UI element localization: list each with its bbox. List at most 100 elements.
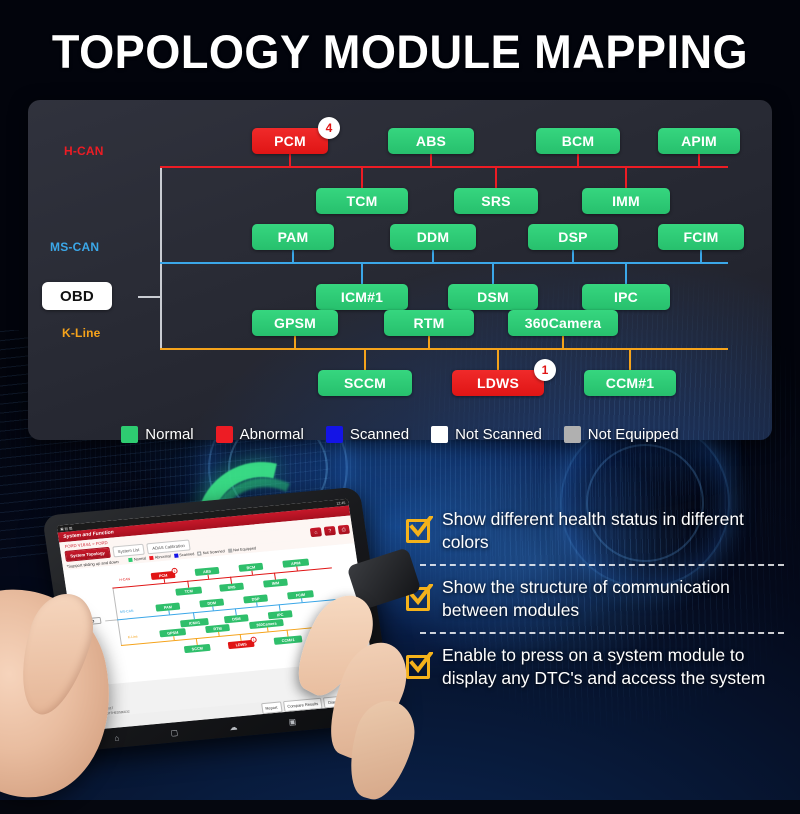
connector-gpsm bbox=[294, 336, 296, 348]
tablet-module-srs[interactable]: SRS bbox=[219, 582, 245, 592]
apps-icon[interactable]: ▢ bbox=[170, 728, 179, 738]
bus-label-k-line: K-Line bbox=[62, 326, 101, 340]
module-node-dsm[interactable]: DSM bbox=[448, 284, 538, 310]
feature-item-2: Show the structure of communication betw… bbox=[406, 568, 784, 630]
tablet-bus-label-k-line: K-Line bbox=[127, 634, 138, 640]
status-legend: Normal Abnormal Scanned Not Scanned Not Equi… bbox=[0, 426, 800, 443]
tablet-conn bbox=[187, 580, 189, 588]
module-node-icm-1[interactable]: ICM#1 bbox=[316, 284, 408, 310]
module-node-rtm[interactable]: RTM bbox=[384, 310, 474, 336]
tablet-conn bbox=[239, 633, 242, 641]
tablet-conn bbox=[273, 572, 276, 580]
tablet-module-ccm-1[interactable]: CCM#1 bbox=[273, 635, 303, 645]
module-label: RTM bbox=[413, 315, 445, 331]
connector-pam bbox=[292, 250, 294, 262]
home-icon[interactable]: ⌂ bbox=[114, 733, 120, 742]
legend-item-not-equipped: Not Equipped bbox=[563, 426, 679, 443]
module-node-360camera[interactable]: 360Camera bbox=[508, 310, 618, 336]
tablet-module-ipc[interactable]: IPC bbox=[267, 610, 293, 620]
connector-rtm bbox=[428, 336, 430, 348]
module-node-ccm-1[interactable]: CCM#1 bbox=[584, 370, 676, 396]
tablet-conn bbox=[266, 627, 269, 632]
tablet-legend-swatch bbox=[227, 548, 232, 553]
legend-label: Abnormal bbox=[239, 426, 304, 443]
module-node-abs[interactable]: ABS bbox=[388, 128, 474, 154]
bus-line-h-can bbox=[160, 166, 728, 168]
connector-icm-1 bbox=[361, 262, 363, 284]
compare-results-button[interactable]: Compare Results bbox=[282, 697, 323, 712]
feature-item-3: Enable to press on a system module to di… bbox=[406, 636, 784, 698]
tablet-conn bbox=[192, 612, 195, 620]
connector-srs bbox=[495, 166, 497, 188]
bus-line-k-line bbox=[160, 348, 728, 350]
tablet-module-dsm[interactable]: DSM bbox=[223, 614, 249, 624]
obd-label: OBD bbox=[60, 287, 94, 305]
module-node-sccm[interactable]: SCCM bbox=[318, 370, 412, 396]
checkbox-check-icon bbox=[406, 652, 433, 680]
tablet-module-sccm[interactable]: SCCM bbox=[183, 643, 211, 654]
module-node-apim[interactable]: APIM bbox=[658, 128, 740, 154]
feature-list: Show different health status in differen… bbox=[406, 500, 784, 699]
module-node-pam[interactable]: PAM bbox=[252, 224, 334, 250]
legend-item-scanned: Scanned bbox=[325, 426, 410, 443]
legend-label: Not Scanned bbox=[455, 426, 542, 443]
connector-dsm bbox=[492, 262, 494, 284]
screenshot-icon[interactable]: ▣ bbox=[288, 717, 297, 727]
module-label: FCIM bbox=[683, 229, 719, 245]
module-node-ddm[interactable]: DDM bbox=[390, 224, 476, 250]
module-node-dsp[interactable]: DSP bbox=[528, 224, 618, 250]
print-icon[interactable]: ⎙ bbox=[337, 524, 350, 535]
tablet-legend-swatch bbox=[148, 555, 154, 561]
cloud-icon[interactable]: ☁ bbox=[229, 722, 238, 732]
legend-item-not-scanned: Not Scanned bbox=[431, 426, 542, 443]
tablet-legend-swatch bbox=[128, 557, 133, 563]
tablet-legend-item-normal: Normal bbox=[128, 556, 147, 563]
module-node-ipc[interactable]: IPC bbox=[582, 284, 670, 310]
module-label: GPSM bbox=[273, 315, 317, 331]
connector-bcm bbox=[577, 154, 579, 166]
connector-sccm bbox=[364, 348, 366, 370]
legend-label: Scanned bbox=[349, 426, 410, 443]
tablet-bus-label-ms-can: MS-CAN bbox=[119, 608, 134, 615]
dtc-count-badge: 4 bbox=[318, 117, 340, 139]
module-node-ldws[interactable]: LDWS 1 bbox=[452, 359, 556, 396]
legend-label: Not Equipped bbox=[587, 426, 679, 443]
connector-ipc bbox=[625, 262, 627, 284]
module-label: TCM bbox=[346, 193, 378, 209]
module-label: PAM bbox=[277, 229, 309, 245]
module-node-srs[interactable]: SRS bbox=[454, 188, 538, 214]
module-node-pcm[interactable]: PCM 4 bbox=[252, 117, 340, 154]
tablet-legend-label: Abnormal bbox=[154, 554, 172, 560]
legend-label: Normal bbox=[145, 426, 194, 443]
connector-ddm bbox=[432, 250, 434, 262]
module-node-gpsm[interactable]: GPSM bbox=[252, 310, 338, 336]
module-label: SRS bbox=[481, 193, 511, 209]
home-icon[interactable]: ⌂ bbox=[309, 527, 323, 538]
module-node-tcm[interactable]: TCM bbox=[316, 188, 408, 214]
tablet-legend-label: Not Equipped bbox=[232, 546, 257, 553]
obd-node[interactable]: OBD bbox=[42, 282, 112, 310]
tablet-module-tcm[interactable]: TCM bbox=[175, 586, 203, 596]
tablet-dtc-badge: 1 bbox=[250, 636, 258, 644]
module-node-fcim[interactable]: FCIM bbox=[658, 224, 744, 250]
legend-swatch bbox=[121, 426, 139, 443]
module-label: APIM bbox=[681, 133, 717, 149]
connector-ldws bbox=[497, 348, 499, 370]
module-node-bcm[interactable]: BCM bbox=[536, 128, 620, 154]
legend-item-abnormal: Abnormal bbox=[215, 426, 304, 443]
help-icon[interactable]: ? bbox=[323, 525, 337, 536]
trunk-line bbox=[160, 166, 162, 348]
report-button[interactable]: Report bbox=[260, 700, 283, 714]
connector-fcim bbox=[700, 250, 702, 262]
bus-label-h-can: H-CAN bbox=[64, 144, 104, 158]
tablet-conn bbox=[296, 566, 298, 571]
tablet-conn bbox=[286, 629, 289, 637]
tablet-legend-swatch bbox=[197, 551, 202, 556]
tablet-toolbar: ⌂ ? ⎙ bbox=[309, 524, 350, 538]
module-node-imm[interactable]: IMM bbox=[582, 188, 670, 214]
tablet-dtc-badge: 1 bbox=[171, 567, 179, 575]
legend-swatch bbox=[431, 426, 449, 443]
tab-system-list[interactable]: System List bbox=[111, 543, 146, 558]
tablet-module-imm[interactable]: IMM bbox=[262, 578, 288, 588]
connector-imm bbox=[625, 166, 627, 188]
